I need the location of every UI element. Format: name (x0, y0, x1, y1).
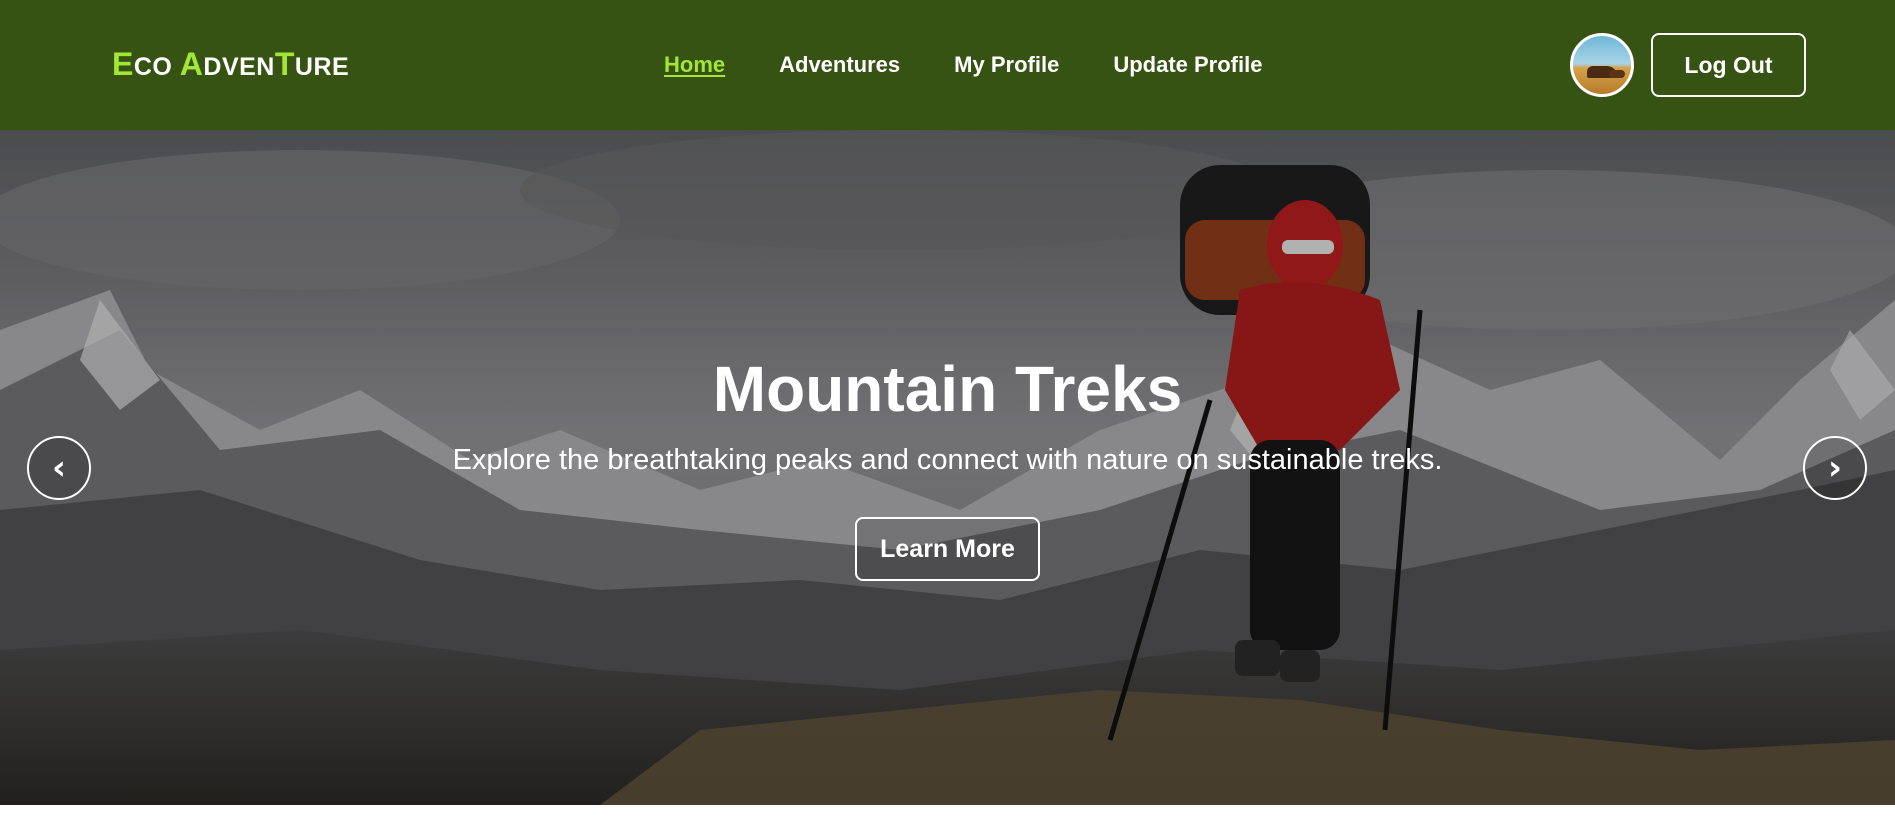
brand-text-co: CO (133, 53, 180, 81)
top-navbar: ECO ADVENTURE Home Adventures My Profile… (0, 0, 1895, 130)
brand-logo[interactable]: ECO ADVENTURE (112, 46, 349, 83)
brand-letter-e: E (112, 46, 134, 82)
avatar-camel-shape-2 (1609, 70, 1625, 78)
main-nav: Home Adventures My Profile Update Profil… (664, 52, 1262, 78)
nav-item-my-profile[interactable]: My Profile (954, 52, 1059, 78)
page-content-start (0, 805, 1895, 840)
carousel-next-button[interactable]: › (1803, 436, 1867, 500)
nav-item-adventures[interactable]: Adventures (779, 52, 900, 78)
chevron-left-icon: ‹ (51, 448, 66, 488)
brand-letter-t: T (274, 46, 295, 82)
learn-more-button[interactable]: Learn More (855, 517, 1040, 581)
nav-item-home[interactable]: Home (664, 52, 725, 78)
nav-item-update-profile[interactable]: Update Profile (1113, 52, 1262, 78)
brand-text-ure: URE (294, 53, 350, 81)
hero-subtitle: Explore the breathtaking peaks and conne… (452, 444, 1443, 476)
brand-letter-a: A (179, 46, 204, 82)
hero-title: Mountain Treks (712, 353, 1183, 425)
user-avatar[interactable] (1570, 33, 1634, 97)
logout-button[interactable]: Log Out (1651, 33, 1806, 97)
brand-text-dven: DVEN (203, 53, 275, 81)
carousel-prev-button[interactable]: ‹ (27, 436, 91, 500)
hero-carousel: Mountain Treks Explore the breathtaking … (0, 130, 1895, 805)
chevron-right-icon: › (1827, 448, 1842, 488)
